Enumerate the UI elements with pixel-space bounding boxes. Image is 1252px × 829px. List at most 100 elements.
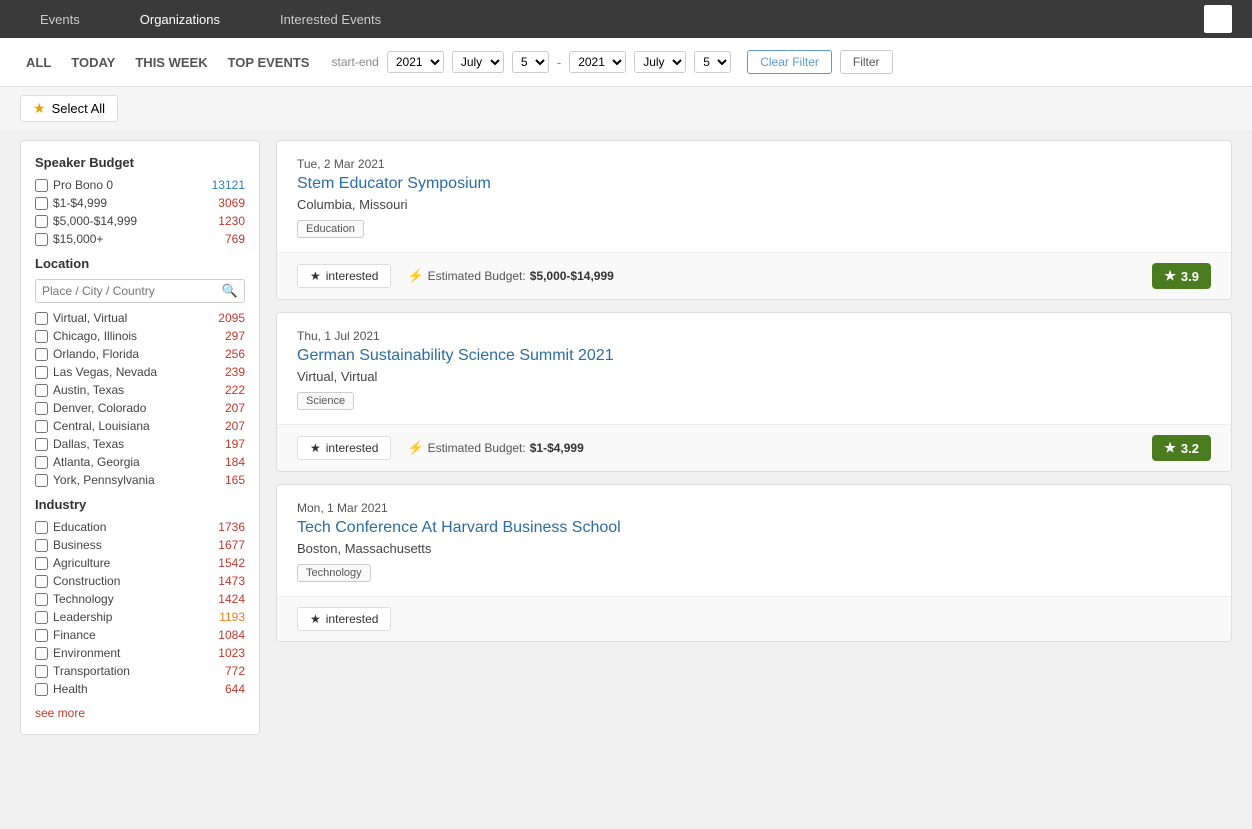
industry-count: 1424 [209,592,245,606]
start-year-select[interactable]: 2021 [387,51,444,73]
tab-all[interactable]: ALL [20,51,57,74]
location-item: Atlanta, Georgia 184 [35,455,245,469]
speaker-budget-checkbox[interactable] [35,215,48,228]
speaker-budget-checkbox[interactable] [35,233,48,246]
interested-button[interactable]: ★ interested [297,607,391,631]
end-day-select[interactable]: 5 [694,51,731,73]
industry-checkbox[interactable] [35,557,48,570]
start-month-select[interactable]: July [452,51,504,73]
tab-this-week[interactable]: THIS WEEK [129,51,213,74]
budget-text: ⚡ Estimated Budget: $1-$4,999 [407,440,583,456]
location-label: Virtual, Virtual [53,311,209,325]
industry-label: Agriculture [53,556,209,570]
industry-item: Agriculture 1542 [35,556,245,570]
event-location: Columbia, Missouri [297,197,1211,212]
industry-label: Education [53,520,209,534]
location-checkbox[interactable] [35,366,48,379]
industry-checkbox[interactable] [35,683,48,696]
industry-label: Construction [53,574,209,588]
see-more-link[interactable]: see more [35,706,85,720]
location-count: 197 [209,437,245,451]
industry-count: 1473 [209,574,245,588]
interested-star-icon: ★ [310,441,321,455]
budget-text: ⚡ Estimated Budget: $5,000-$14,999 [407,268,613,284]
tab-today[interactable]: TODAY [65,51,121,74]
select-all-bar: ★ Select All [0,87,1252,130]
nav-interested-events[interactable]: Interested Events [260,0,401,38]
industry-label: Transportation [53,664,209,678]
interested-label: interested [326,612,379,626]
clear-filter-button[interactable]: Clear Filter [747,50,832,74]
industry-checkbox[interactable] [35,575,48,588]
industry-count: 1542 [209,556,245,570]
user-avatar[interactable] [1204,5,1232,33]
end-year-select[interactable]: 2021 [569,51,626,73]
location-label: Central, Louisiana [53,419,209,433]
event-date: Tue, 2 Mar 2021 [297,157,1211,171]
location-count: 256 [209,347,245,361]
nav-organizations[interactable]: Organizations [120,0,240,38]
location-count: 207 [209,419,245,433]
location-checkbox[interactable] [35,420,48,433]
location-checkbox[interactable] [35,402,48,415]
rating-star-icon: ★ [1164,440,1176,456]
select-all-button[interactable]: ★ Select All [20,95,118,122]
industry-count: 772 [209,664,245,678]
industry-count: 1023 [209,646,245,660]
speaker-budget-item: $1-$4,999 3069 [35,196,245,210]
end-month-select[interactable]: July [634,51,686,73]
interested-button[interactable]: ★ interested [297,436,391,460]
location-checkbox[interactable] [35,474,48,487]
industry-checkbox[interactable] [35,629,48,642]
filter-button[interactable]: Filter [840,50,893,74]
event-tag: Education [297,220,364,238]
speaker-budget-checkbox[interactable] [35,197,48,210]
location-label: Chicago, Illinois [53,329,209,343]
industry-count: 1084 [209,628,245,642]
location-checkbox[interactable] [35,330,48,343]
location-search-box[interactable]: 🔍 [35,279,245,303]
nav-events[interactable]: Events [20,0,100,38]
industry-checkbox[interactable] [35,647,48,660]
start-day-select[interactable]: 5 [512,51,549,73]
top-navigation: Events Organizations Interested Events [0,0,1252,38]
interested-label: interested [326,269,379,283]
speaker-budget-count: 13121 [209,178,245,192]
event-card-top: Thu, 1 Jul 2021 German Sustainability Sc… [277,313,1231,424]
event-title[interactable]: German Sustainability Science Summit 202… [297,347,1211,365]
interested-button[interactable]: ★ interested [297,264,391,288]
location-checkbox[interactable] [35,348,48,361]
speaker-budget-checkbox[interactable] [35,179,48,192]
industry-item: Leadership 1193 [35,610,245,624]
location-item: York, Pennsylvania 165 [35,473,245,487]
event-title[interactable]: Stem Educator Symposium [297,175,1211,193]
tab-top-events[interactable]: TOP EVENTS [222,51,316,74]
location-title: Location [35,256,245,271]
industry-label: Leadership [53,610,209,624]
location-checkbox[interactable] [35,312,48,325]
speaker-budget-label: $15,000+ [53,232,209,246]
event-card-top: Mon, 1 Mar 2021 Tech Conference At Harva… [277,485,1231,596]
location-checkbox[interactable] [35,456,48,469]
location-count: 184 [209,455,245,469]
search-icon: 🔍 [222,283,238,299]
event-title[interactable]: Tech Conference At Harvard Business Scho… [297,519,1211,537]
speaker-budget-item: $15,000+ 769 [35,232,245,246]
industry-item: Transportation 772 [35,664,245,678]
speaker-budget-count: 3069 [209,196,245,210]
event-card-bottom: ★ interested ⚡ Estimated Budget: $5,000-… [277,252,1231,299]
industry-checkbox[interactable] [35,665,48,678]
location-search-input[interactable] [42,284,218,298]
industry-checkbox[interactable] [35,611,48,624]
location-checkbox[interactable] [35,384,48,397]
industry-checkbox[interactable] [35,593,48,606]
location-count: 207 [209,401,245,415]
industry-count: 1677 [209,538,245,552]
industry-count: 1193 [209,610,245,624]
industry-checkbox[interactable] [35,521,48,534]
filter-bar: ALL TODAY THIS WEEK TOP EVENTS start-end… [0,38,1252,87]
location-checkbox[interactable] [35,438,48,451]
speaker-budget-count: 769 [209,232,245,246]
industry-checkbox[interactable] [35,539,48,552]
location-item: Dallas, Texas 197 [35,437,245,451]
